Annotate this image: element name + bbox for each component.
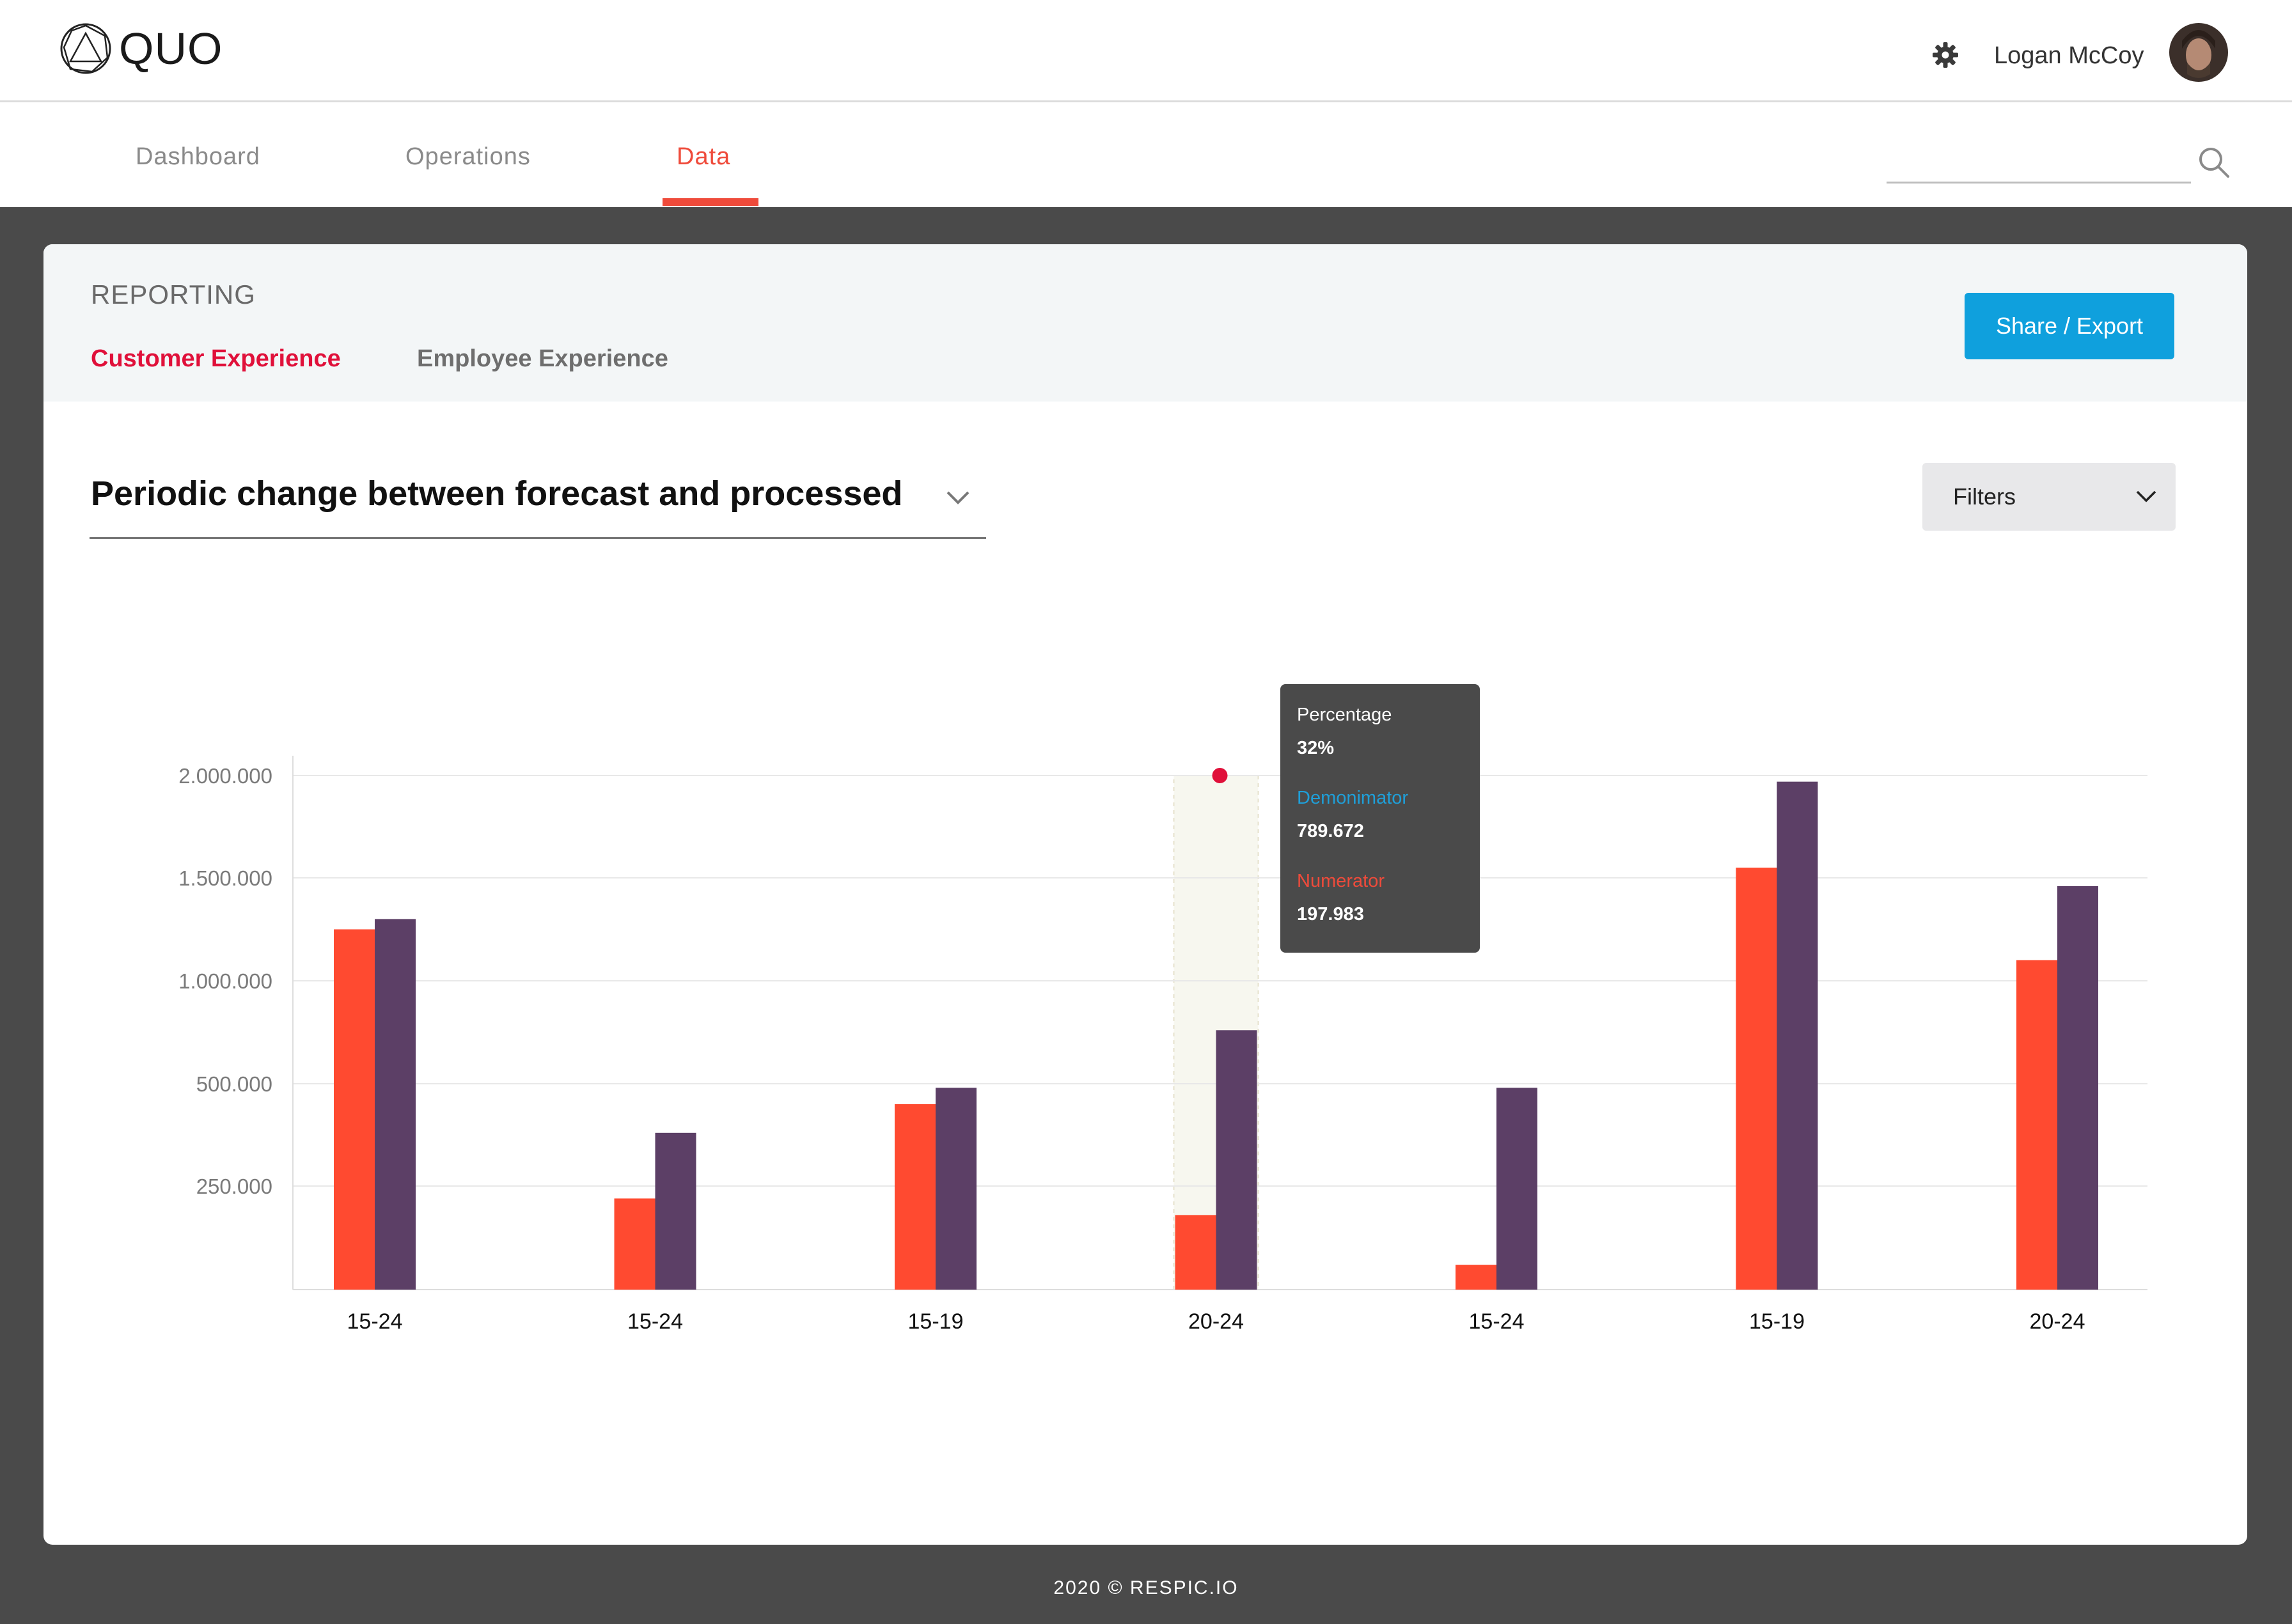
bar-numerator	[2016, 960, 2057, 1290]
bar-denominator	[1496, 1088, 1537, 1290]
x-tick-label: 20-24	[1188, 1309, 1244, 1334]
avatar-image	[2169, 23, 2228, 82]
x-tick-label: 15-19	[908, 1309, 964, 1334]
tooltip-percentage-label: Percentage	[1297, 705, 1392, 725]
chart-tooltip: Percentage 32% Demonimator 789.672 Numer…	[1280, 684, 1480, 953]
tooltip-percentage-value: 32%	[1297, 738, 1335, 758]
bar-numerator	[614, 1198, 655, 1290]
search-input[interactable]	[1887, 182, 2191, 183]
report-card: REPORTING Customer Experience Employee E…	[43, 244, 2247, 1545]
y-tick-label: 1.000.000	[178, 969, 272, 993]
bar-numerator	[1456, 1265, 1496, 1290]
tooltip-numerator-value: 197.983	[1297, 904, 1364, 925]
x-tick-label: 15-24	[1469, 1309, 1525, 1334]
bar-numerator	[895, 1104, 936, 1290]
search-icon[interactable]	[2196, 144, 2232, 180]
y-tick-label: 500.000	[196, 1072, 272, 1096]
footer: 2020 © RESPIC.IO	[1053, 1577, 1239, 1598]
logo-mark-icon	[60, 23, 111, 74]
x-tick-label: 15-19	[1749, 1309, 1805, 1334]
y-tick-label: 250.000	[196, 1175, 272, 1198]
tooltip-denominator-label: Demonimator	[1297, 788, 1409, 808]
y-tick-label: 1.500.000	[178, 866, 272, 890]
logo[interactable]: QUO	[59, 22, 223, 75]
bar-denominator	[655, 1132, 696, 1290]
top-header: QUO Logan McCoy	[0, 0, 2292, 102]
bar-denominator	[1777, 781, 1818, 1290]
tab-data[interactable]: Data	[677, 142, 730, 171]
x-tick-label: 15-24	[627, 1309, 683, 1334]
bar-numerator	[1175, 1215, 1216, 1290]
active-tab-indicator	[663, 198, 758, 206]
bar-numerator	[334, 929, 375, 1290]
bar-chart: 250.000 500.000 1.000.000 1.500.000 2.000.00…	[178, 756, 2147, 1334]
bar-numerator	[1736, 868, 1777, 1290]
tab-dashboard[interactable]: Dashboard	[136, 142, 260, 171]
logo-text: QUO	[119, 24, 223, 74]
bar-denominator	[2057, 886, 2098, 1290]
bar-denominator	[936, 1088, 977, 1290]
tooltip-denominator-value: 789.672	[1297, 821, 1364, 841]
y-tick-label: 2.000.000	[178, 764, 272, 788]
x-tick-label: 20-24	[2030, 1309, 2085, 1334]
x-tick-label: 15-24	[347, 1309, 403, 1334]
main-nav: Dashboard Operations Data	[0, 102, 2292, 207]
bar-denominator	[1216, 1030, 1257, 1290]
bar-denominator	[375, 919, 416, 1290]
user-name[interactable]: Logan McCoy	[1994, 41, 2144, 70]
highlight-marker-dot	[1212, 768, 1228, 783]
tooltip-numerator-label: Numerator	[1297, 871, 1385, 891]
tab-operations[interactable]: Operations	[405, 142, 531, 171]
gear-icon[interactable]	[1931, 41, 1959, 69]
avatar[interactable]	[2169, 23, 2228, 82]
